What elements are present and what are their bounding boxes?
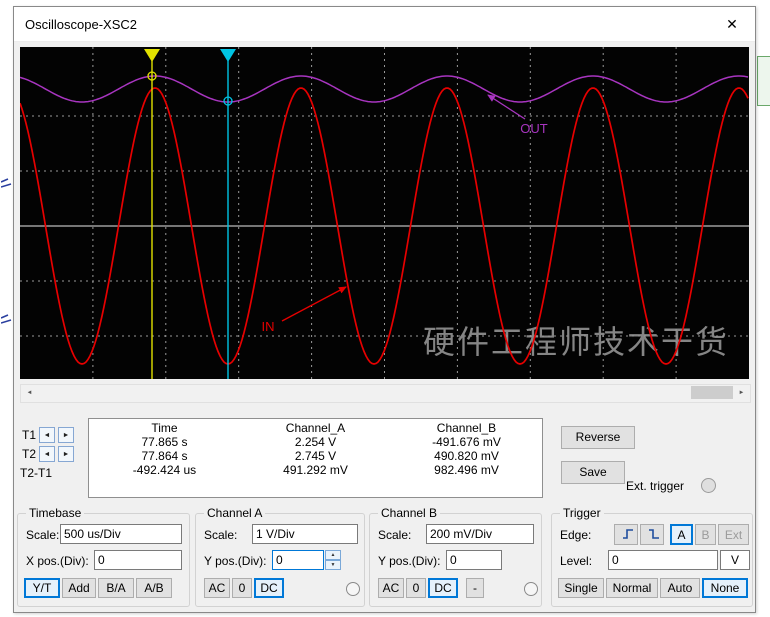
channel-b-ypos-input[interactable]	[446, 550, 502, 570]
scrollbar-thumb[interactable]	[691, 386, 733, 399]
measurement-table: Time Channel_A Channel_B 77.865 s 2.254 …	[88, 418, 543, 498]
channel-a-ypos-input[interactable]	[272, 550, 324, 570]
ext-trigger-indicator	[701, 478, 716, 493]
channel-b-indicator	[524, 582, 538, 596]
spinner-up-icon[interactable]: ▲	[325, 550, 341, 560]
channel-b-ypos-label: Y pos.(Div):	[378, 554, 441, 568]
trigger-source-b-button[interactable]: B	[695, 524, 716, 545]
channel-a-dc-button[interactable]: DC	[254, 578, 284, 598]
trigger-title: Trigger	[560, 506, 604, 520]
ba-mode-button[interactable]: B/A	[98, 578, 134, 598]
reverse-button[interactable]: Reverse	[561, 426, 635, 449]
t2-left-button[interactable]: ◄	[39, 446, 56, 462]
channel-b-scale-label: Scale:	[378, 528, 412, 542]
title-bar[interactable]: Oscilloscope-XSC2 ✕	[14, 7, 755, 42]
oscilloscope-window: Oscilloscope-XSC2 ✕ 硬件工程师技术干货 OUT IN ◄ ►…	[13, 6, 756, 613]
channel-b-scale-input[interactable]	[426, 524, 534, 544]
save-button[interactable]: Save	[561, 461, 625, 484]
table-cell: 2.745 V	[294, 449, 337, 463]
trigger-none-button[interactable]: None	[702, 578, 748, 598]
spinner-down-icon[interactable]: ▼	[325, 560, 341, 570]
t2-label: T2	[22, 447, 37, 461]
t1-label: T1	[22, 428, 37, 442]
trigger-source-ext-button[interactable]: Ext	[718, 524, 749, 545]
trigger-edge-label: Edge:	[560, 528, 592, 542]
timebase-xpos-input[interactable]	[94, 550, 182, 570]
table-cell: 490.820 mV	[434, 449, 499, 463]
table-cell: 491.292 mV	[283, 463, 348, 477]
scope-display: 硬件工程师技术干货 OUT IN	[20, 47, 749, 379]
channel-a-scale-input[interactable]	[252, 524, 358, 544]
yt-mode-button[interactable]: Y/T	[24, 578, 60, 598]
timebase-xpos-label: X pos.(Div):	[26, 554, 89, 568]
t1-right-button[interactable]: ►	[58, 427, 75, 443]
t2-right-button[interactable]: ►	[58, 446, 75, 462]
trigger-normal-button[interactable]: Normal	[606, 578, 658, 598]
scope-scrollbar[interactable]: ◄ ►	[20, 384, 751, 403]
rising-edge-button[interactable]	[614, 524, 638, 545]
trigger-level-label: Level:	[560, 554, 593, 568]
table-cell: 2.254 V	[294, 435, 337, 449]
scope-canvas: 硬件工程师技术干货 OUT IN	[20, 47, 749, 379]
trigger-auto-button[interactable]: Auto	[660, 578, 700, 598]
timebase-group: Timebase Scale: X pos.(Div): Y/T Add B/A…	[17, 506, 190, 607]
channel-a-title: Channel A	[204, 506, 266, 520]
channel-a-ypos-spinner: ▲ ▼	[325, 550, 341, 570]
channel-a-ac-button[interactable]: AC	[204, 578, 230, 598]
channel-b-zero-button[interactable]: 0	[406, 578, 426, 598]
ab-mode-button[interactable]: A/B	[136, 578, 172, 598]
t1-left-button[interactable]: ◄	[39, 427, 56, 443]
scroll-right-button[interactable]: ►	[733, 385, 750, 400]
cursor-t2-handle-icon[interactable]	[220, 49, 236, 62]
schematic-artifact	[1, 314, 12, 324]
add-mode-button[interactable]: Add	[62, 578, 96, 598]
channel-b-dc-button[interactable]: DC	[428, 578, 458, 598]
column-header-channel-a: Channel_A	[285, 421, 346, 435]
cursor-t2[interactable]	[220, 49, 236, 379]
trigger-level-unit: V	[720, 550, 750, 570]
column-header-channel-b: Channel_B	[436, 421, 497, 435]
channel-b-title: Channel B	[378, 506, 441, 520]
channel-a-zero-button[interactable]: 0	[232, 578, 252, 598]
trigger-single-button[interactable]: Single	[558, 578, 604, 598]
table-cell: 982.496 mV	[434, 463, 499, 477]
t2-controls: T2 ◄ ►	[22, 446, 75, 462]
channel-a-scale-label: Scale:	[204, 528, 238, 542]
schematic-artifact	[1, 178, 12, 188]
table-cell: 77.865 s	[141, 435, 188, 449]
ext-trigger-label: Ext. trigger	[626, 479, 685, 493]
timebase-scale-input[interactable]	[60, 524, 182, 544]
column-header-time: Time	[151, 421, 178, 435]
out-label: OUT	[520, 121, 548, 136]
channel-b-group: Channel B Scale: Y pos.(Div): AC 0 DC -	[369, 506, 542, 607]
channel-a-ypos-label: Y pos.(Div):	[204, 554, 267, 568]
in-label: IN	[262, 319, 275, 334]
scroll-left-button[interactable]: ◄	[21, 385, 38, 400]
close-button[interactable]: ✕	[709, 7, 755, 41]
trigger-level-input[interactable]	[608, 550, 718, 570]
in-arrow-icon	[281, 286, 347, 322]
table-cell: -491.676 mV	[432, 435, 501, 449]
screenshot-root: { "window": { "title": "Oscilloscope-XSC…	[0, 0, 770, 617]
timebase-title: Timebase	[26, 506, 85, 520]
cursor-t1-handle-icon[interactable]	[144, 49, 160, 62]
t2t1-label: T2-T1	[20, 466, 53, 480]
timebase-scale-label: Scale:	[26, 528, 60, 542]
falling-edge-button[interactable]	[640, 524, 664, 545]
trigger-group: Trigger Edge: A B Ext Level: V Single No…	[551, 506, 753, 607]
table-cell: -492.424 us	[132, 463, 197, 477]
rising-edge-icon	[623, 528, 633, 539]
falling-edge-icon	[649, 528, 659, 539]
table-cell: 77.864 s	[141, 449, 188, 463]
trigger-source-a-button[interactable]: A	[670, 524, 693, 545]
channel-b-minus-button[interactable]: -	[466, 578, 484, 598]
schematic-component	[757, 56, 770, 106]
channel-b-ac-button[interactable]: AC	[378, 578, 404, 598]
channel-a-indicator	[346, 582, 360, 596]
t1-controls: T1 ◄ ►	[22, 427, 75, 443]
out-arrow-icon	[487, 94, 526, 120]
window-title: Oscilloscope-XSC2	[25, 16, 137, 32]
channel-a-group: Channel A Scale: Y pos.(Div): ▲ ▼ AC 0 D…	[195, 506, 365, 607]
